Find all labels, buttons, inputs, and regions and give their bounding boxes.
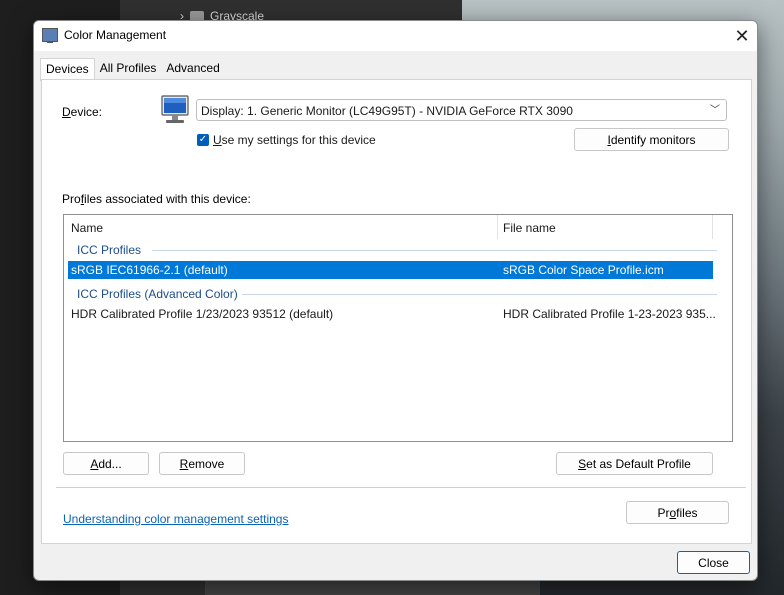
section-divider [56, 487, 746, 488]
identify-monitors-button[interactable]: Identify monitors [574, 128, 729, 151]
color-management-dialog: Color Management ✕ Devices All Profiles … [33, 20, 758, 581]
profiles-button[interactable]: Profiles [626, 501, 729, 524]
add-button[interactable]: Add... [63, 452, 149, 475]
profiles-list[interactable]: Name File name ICC Profiles sRGB IEC6196… [63, 214, 733, 442]
remove-button[interactable]: Remove [159, 452, 245, 475]
profiles-associated-label: Profiles associated with this device: [62, 192, 251, 206]
column-divider[interactable] [712, 215, 713, 239]
use-my-settings-label: Use my settings for this device [213, 133, 376, 147]
use-my-settings-checkbox[interactable]: ✓ Use my settings for this device [197, 133, 376, 147]
list-header: Name File name [64, 215, 732, 239]
tab-all-profiles[interactable]: All Profiles [94, 58, 162, 80]
column-header-name[interactable]: Name [71, 221, 103, 235]
group-header-icc-advanced-color: ICC Profiles (Advanced Color) [77, 287, 238, 301]
window-title: Color Management [64, 28, 167, 42]
monitor-icon [161, 95, 189, 123]
profile-row-hdr[interactable]: HDR Calibrated Profile 1/23/2023 93512 (… [68, 305, 716, 323]
column-header-file-name[interactable]: File name [503, 221, 556, 235]
title-bar: Color Management ✕ [34, 21, 757, 51]
monitor-app-icon [42, 28, 58, 43]
devices-tab-panel: Device: Display: 1. Generic Monitor (LC4… [41, 79, 752, 544]
profile-name: sRGB IEC61966-2.1 (default) [71, 263, 228, 277]
background-strip [205, 580, 540, 595]
column-divider[interactable] [497, 215, 498, 239]
profile-row-srgb[interactable]: sRGB IEC61966-2.1 (default) sRGB Color S… [67, 260, 714, 280]
profile-name: HDR Calibrated Profile 1/23/2023 93512 (… [71, 307, 334, 321]
understanding-color-management-link[interactable]: Understanding color management settings [63, 512, 288, 526]
tab-advanced[interactable]: Advanced [161, 58, 225, 80]
close-icon[interactable]: ✕ [727, 21, 757, 51]
tab-strip: Devices All Profiles Advanced [40, 58, 225, 82]
device-select[interactable]: Display: 1. Generic Monitor (LC49G95T) -… [196, 99, 727, 121]
device-select-value: Display: 1. Generic Monitor (LC49G95T) -… [201, 104, 573, 118]
close-button[interactable]: Close [677, 551, 750, 574]
profile-file-name: sRGB Color Space Profile.icm [503, 263, 664, 277]
profile-file-name: HDR Calibrated Profile 1-23-2023 935... [503, 307, 716, 321]
device-label: Device: [62, 105, 103, 119]
group-divider [242, 294, 717, 295]
chevron-down-icon: ﹀ [710, 105, 720, 116]
group-header-icc-profiles: ICC Profiles [77, 243, 142, 257]
set-default-profile-button[interactable]: Set as Default Profile [556, 452, 713, 475]
group-divider [152, 250, 717, 251]
checkmark-icon: ✓ [197, 134, 209, 146]
